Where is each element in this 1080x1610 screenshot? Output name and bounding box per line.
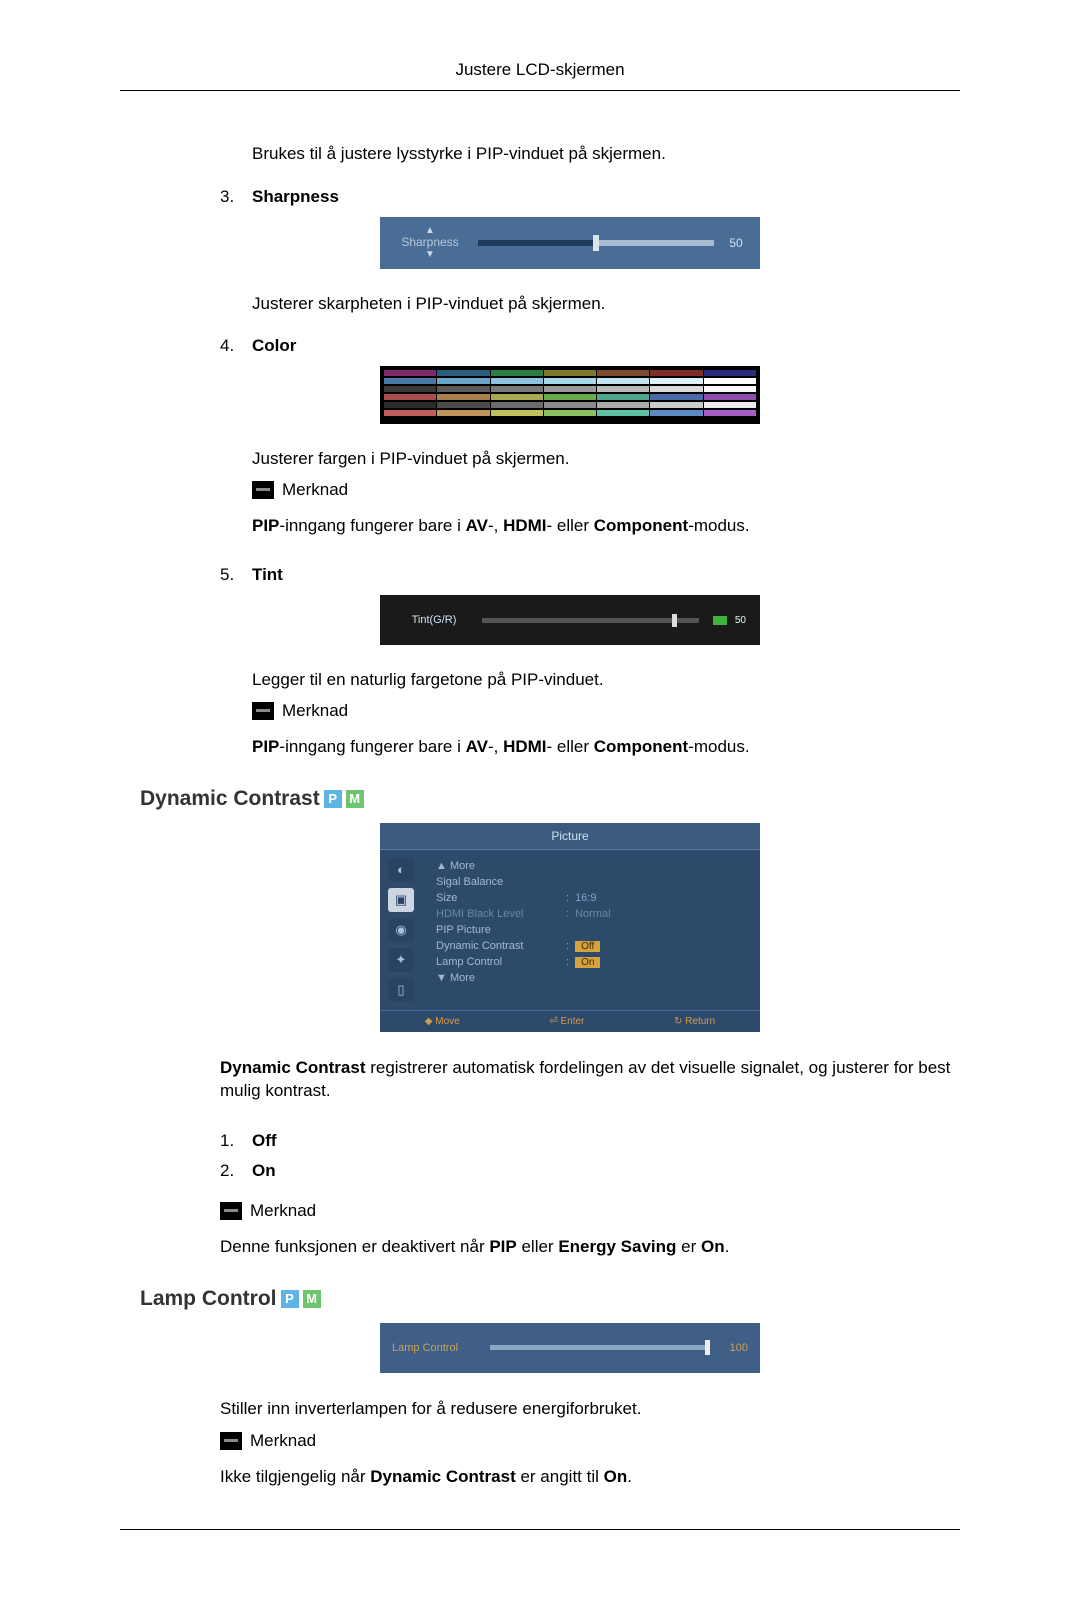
tint-desc: Legger til en naturlig fargetone på PIP-… [252, 667, 960, 693]
color-desc: Justerer fargen i PIP-vinduet på skjerme… [252, 446, 960, 472]
option-label: On [252, 1161, 276, 1181]
option-number: 2. [220, 1161, 252, 1181]
osd-menu-list: ▲ More Sigal Balance Size:16:9 HDMI Blac… [428, 858, 752, 1002]
note-block: Merknad [220, 1201, 960, 1221]
badge-m-icon: M [346, 790, 364, 808]
arrow-down-icon: ▼ [390, 249, 470, 260]
lamp-desc: Stiller inn inverterlampen for å reduser… [220, 1397, 960, 1421]
tint-note-text: PIP-inngang fungerer bare i AV-, HDMI- e… [252, 735, 960, 759]
lamp-note-text: Ikke tilgjengelig når Dynamic Contrast e… [220, 1465, 960, 1489]
note-icon [252, 481, 274, 499]
osd-menu-icons: ◐ ▣ ◉ ✦ ▯ [388, 858, 418, 1002]
osd-slider-thumb [672, 614, 677, 627]
item-tint: 5. Tint [220, 565, 960, 585]
item-color: 4. Color [220, 336, 960, 356]
item-label: Color [252, 336, 296, 356]
osd-slider-value: 100 [718, 1342, 748, 1354]
note-block: Merknad [220, 1431, 960, 1451]
osd-slider-track [490, 1345, 710, 1350]
osd-slider-label: Lamp Control [392, 1342, 482, 1354]
item-label: Sharpness [252, 187, 339, 207]
osd-icon: ✦ [388, 948, 414, 972]
note-label: Merknad [250, 1431, 316, 1451]
note-icon [252, 702, 274, 720]
note-icon [220, 1432, 242, 1450]
item-label: Tint [252, 565, 283, 585]
osd-icon: ◐ [388, 858, 414, 882]
item-number: 4. [220, 336, 252, 356]
osd-icon-active: ▣ [388, 888, 414, 912]
section-dynamic-contrast: Dynamic Contrast P M [140, 787, 960, 811]
item-number: 5. [220, 565, 252, 585]
osd-menu-title: Picture [380, 823, 760, 850]
osd-slider-label: Tint(G/R) [394, 614, 474, 626]
lamp-control-osd-screenshot: Lamp Control 100 [380, 1323, 760, 1373]
color-note-text: PIP-inngang fungerer bare i AV-, HDMI- e… [252, 514, 960, 538]
osd-slider-track [482, 618, 699, 623]
option-off: 1. Off [220, 1131, 960, 1151]
osd-icon: ◉ [388, 918, 414, 942]
osd-icon: ▯ [388, 978, 414, 1002]
tint-osd-screenshot: Tint(G/R) 50 [380, 595, 760, 645]
badge-p-icon: P [324, 790, 342, 808]
badge-p-icon: P [281, 1290, 299, 1308]
note-icon [220, 1202, 242, 1220]
osd-slider-value: 50 [722, 236, 750, 250]
footer-divider [120, 1529, 960, 1530]
osd-slider-value: 50 [735, 615, 746, 626]
osd-slider-thumb [705, 1340, 710, 1355]
note-block: Merknad [252, 480, 960, 500]
green-block-icon [713, 616, 727, 625]
item-number: 3. [220, 187, 252, 207]
dynamic-contrast-osd-screenshot: Picture ◐ ▣ ◉ ✦ ▯ ▲ More Sigal Balance S… [380, 823, 760, 1032]
option-number: 1. [220, 1131, 252, 1151]
intro-text: Brukes til å justere lysstyrke i PIP-vin… [252, 141, 960, 167]
page-header: Justere LCD-skjermen [120, 60, 960, 91]
option-on: 2. On [220, 1161, 960, 1181]
color-bars-screenshot [380, 366, 760, 424]
osd-slider-thumb [593, 235, 599, 251]
badge-m-icon: M [303, 1290, 321, 1308]
dynamic-note-text: Denne funksjonen er deaktivert når PIP e… [220, 1235, 960, 1259]
item-sharpness: 3. Sharpness [220, 187, 960, 207]
osd-menu-footer: ◆ Move ⏎ Enter ↻ Return [380, 1010, 760, 1032]
note-label: Merknad [282, 480, 348, 500]
option-label: Off [252, 1131, 277, 1151]
osd-slider-track [478, 240, 714, 246]
sharpness-osd-screenshot: ▲ Sharpness ▼ 50 [380, 217, 760, 269]
dynamic-desc: Dynamic Contrast registrerer automatisk … [220, 1056, 960, 1104]
sharpness-desc: Justerer skarpheten i PIP-vinduet på skj… [252, 291, 960, 317]
osd-slider-label: Sharpness [401, 235, 458, 249]
note-label: Merknad [250, 1201, 316, 1221]
section-lamp-control: Lamp Control P M [140, 1287, 960, 1311]
note-block: Merknad [252, 701, 960, 721]
note-label: Merknad [282, 701, 348, 721]
